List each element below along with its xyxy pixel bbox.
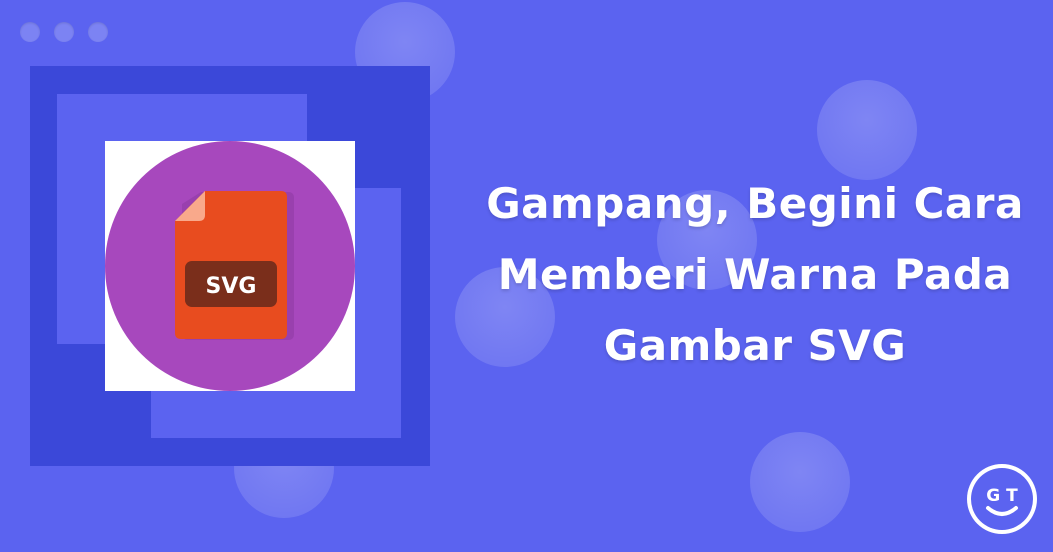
headline-line-2: Memberi Warna Pada (497, 250, 1013, 299)
banner-canvas: SVG Gampang, Begini Cara Memberi Warna P… (0, 0, 1053, 552)
window-dot-3 (88, 22, 108, 42)
window-dots (20, 22, 108, 42)
gt-logo-mark: G T (967, 464, 1037, 534)
svg-file-icon: SVG (105, 141, 355, 391)
decor-bubble (817, 80, 917, 180)
headline-line-3: Gambar SVG (603, 321, 907, 370)
window-dot-2 (54, 22, 74, 42)
decor-bubble (750, 432, 850, 532)
window-dot-1 (20, 22, 40, 42)
file-type-label: SVG (206, 274, 257, 299)
headline: Gampang, Begini Cara Memberi Warna Pada … (450, 168, 1053, 381)
headline-line-1: Gampang, Begini Cara (486, 179, 1024, 228)
gt-logo-icon: G T (965, 462, 1039, 536)
logo-text: G T (986, 486, 1018, 506)
svg-file-icon-card: SVG (105, 141, 355, 391)
